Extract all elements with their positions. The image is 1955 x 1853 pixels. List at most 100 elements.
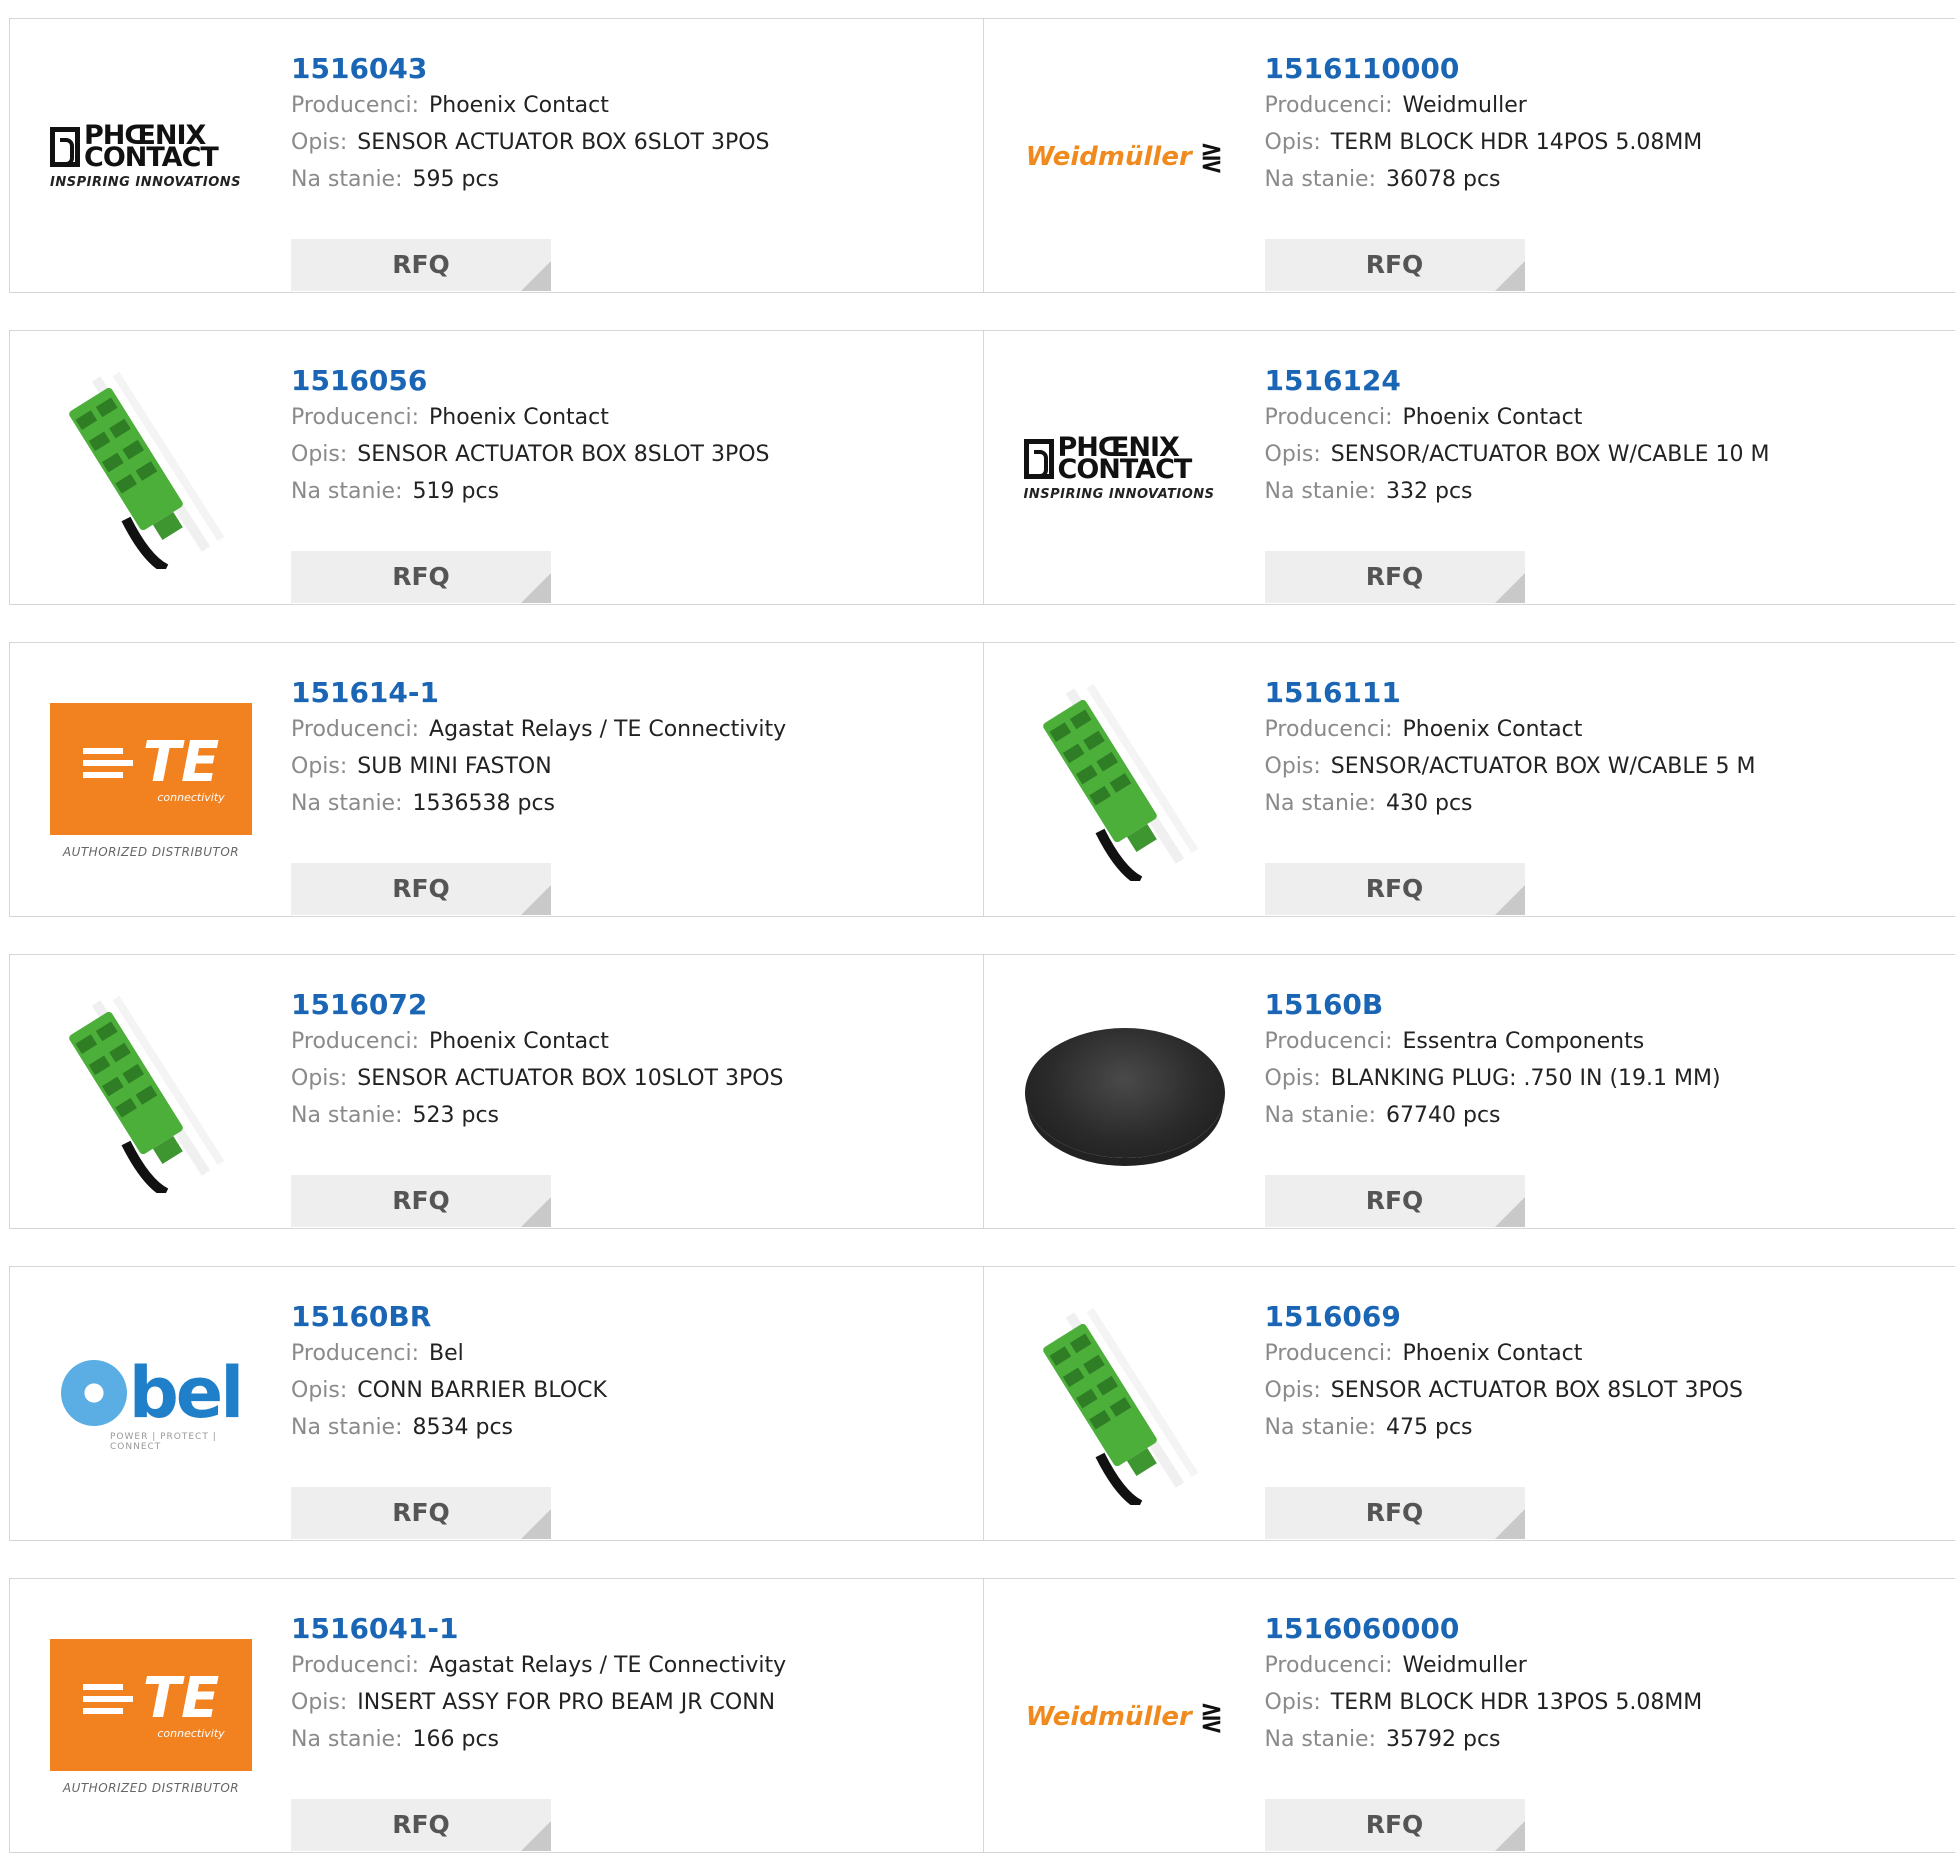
part-number-link[interactable]: 1516072 [291,987,963,1023]
part-number-link[interactable]: 1516111 [1265,675,1936,711]
product-thumbnail[interactable]: PHŒNIXCONTACT INSPIRING INNOVATIONS [1024,368,1226,570]
description-value: SENSOR ACTUATOR BOX 6SLOT 3POS [357,130,769,155]
phoenix-contact-logo: PHŒNIXCONTACT INSPIRING INNOVATIONS [50,125,252,190]
product-card: 1516111 Producenci:Phoenix Contact Opis:… [983,643,1955,916]
bel-logo: bel POWER | PROTECT | CONNECT [50,1358,252,1452]
manufacturer-label: Producenci: [1265,405,1393,430]
product-thumbnail[interactable] [1024,992,1226,1194]
product-info: 1516124 Producenci:Phoenix Contact Opis:… [1265,363,1936,510]
stock-line: Na stanie:8534 pcs [291,1409,963,1446]
sensor-box-photo [56,993,246,1193]
phoenix-contact-logo: PHŒNIXCONTACT INSPIRING INNOVATIONS [1024,437,1226,502]
product-grid: PHŒNIXCONTACT INSPIRING INNOVATIONS 1516… [0,0,1955,1847]
product-thumbnail[interactable] [50,368,252,570]
manufacturer-line: Producenci: Agastat Relays / TE Connectiv… [291,1647,963,1684]
stock-value: 475 pcs [1386,1415,1473,1440]
description-line: Opis:BLANKING PLUG: .750 IN (19.1 MM) [1265,1060,1936,1097]
stock-value: 166 pcs [413,1727,500,1752]
description-label: Opis: [1265,754,1321,779]
stock-line: Na stanie:35792 pcs [1265,1721,1936,1758]
product-thumbnail[interactable] [1024,680,1226,882]
product-thumbnail[interactable]: TE connectivity AUTHORIZED DISTRIBUTOR [50,1616,252,1818]
product-info: 1516043 Producenci:Phoenix Contact Opis:… [291,51,963,198]
stock-line: Na stanie:430 pcs [1265,785,1936,822]
description-value: BLANKING PLUG: .750 IN (19.1 MM) [1331,1066,1721,1091]
product-thumbnail[interactable]: PHŒNIXCONTACT INSPIRING INNOVATIONS [50,56,252,258]
manufacturer-value: Agastat Relays / TE Connectivity [429,1653,786,1678]
description-line: Opis:TERM BLOCK HDR 14POS 5.08MM [1265,124,1936,161]
product-info: 1516060000 Producenci:Weidmuller Opis:TE… [1265,1611,1936,1758]
part-number-link[interactable]: 1516124 [1265,363,1936,399]
part-number-link[interactable]: 1516041-1 [291,1611,963,1647]
stock-value: 36078 pcs [1386,167,1501,192]
description-line: Opis:SENSOR ACTUATOR BOX 10SLOT 3POS [291,1060,963,1097]
product-thumbnail[interactable]: Weidmüller⋛ [1024,56,1226,258]
manufacturer-value: Phoenix Contact [1403,1341,1583,1366]
description-line: Opis:CONN BARRIER BLOCK [291,1372,963,1409]
description-value: TERM BLOCK HDR 13POS 5.08MM [1331,1690,1703,1715]
manufacturer-value: Phoenix Contact [429,1029,609,1054]
manufacturer-line: Producenci:Weidmuller [1265,1647,1936,1684]
description-label: Opis: [1265,130,1321,155]
part-number-link[interactable]: 1516056 [291,363,963,399]
product-thumbnail[interactable] [50,992,252,1194]
stock-label: Na stanie: [291,1415,403,1440]
description-value: SENSOR/ACTUATOR BOX W/CABLE 10 M [1331,442,1770,467]
manufacturer-value: Bel [429,1341,464,1366]
part-number-link[interactable]: 1516043 [291,51,963,87]
product-thumbnail[interactable]: TE connectivity AUTHORIZED DISTRIBUTOR [50,680,252,882]
product-card: Weidmüller⋛ 1516110000 Producenci:Weidmu… [983,19,1955,292]
part-number-link[interactable]: 151614-1 [291,675,963,711]
manufacturer-label: Producenci: [291,717,419,742]
stock-value: 595 pcs [413,167,500,192]
part-number-link[interactable]: 15160B [1265,987,1936,1023]
part-number-link[interactable]: 15160BR [291,1299,963,1335]
stock-label: Na stanie: [291,167,403,192]
description-line: Opis: SENSOR ACTUATOR BOX 8SLOT 3POS [1265,1372,1936,1409]
sensor-box-photo [56,369,246,569]
rfq-button[interactable]: RFQ [291,1487,551,1539]
rfq-button[interactable]: RFQ [1265,239,1525,291]
stock-line: Na stanie: 36078 pcs [1265,161,1936,198]
description-label: Opis: [291,130,347,155]
manufacturer-label: Producenci: [1265,93,1393,118]
description-label: Opis: [1265,1378,1321,1403]
part-number-link[interactable]: 1516060000 [1265,1611,1936,1647]
rfq-button[interactable]: RFQ [1265,1487,1525,1539]
rfq-button[interactable]: RFQ [1265,1175,1525,1227]
manufacturer-value: Phoenix Contact [1403,405,1583,430]
stock-label: Na stanie: [291,791,403,816]
product-info: 151614-1 Producenci:Agastat Relays / TE … [291,675,963,822]
manufacturer-line: Producenci:Weidmuller [1265,87,1936,124]
rfq-button[interactable]: RFQ [291,551,551,603]
manufacturer-line: Producenci:Essentra Components [1265,1023,1936,1060]
stock-value: 332 pcs [1386,479,1473,504]
manufacturer-line: Producenci:Phoenix Contact [1265,711,1936,748]
manufacturer-line: Producenci:Phoenix Contact [1265,1335,1936,1372]
rfq-button[interactable]: RFQ [291,1175,551,1227]
product-info: 15160B Producenci:Essentra Components Op… [1265,987,1936,1134]
product-thumbnail[interactable]: bel POWER | PROTECT | CONNECT [50,1304,252,1506]
rfq-button[interactable]: RFQ [1265,863,1525,915]
description-line: Opis:SENSOR ACTUATOR BOX 8SLOT 3POS [291,436,963,473]
part-number-link[interactable]: 1516110000 [1265,51,1936,87]
product-card: TE connectivity AUTHORIZED DISTRIBUTOR 1… [10,1579,983,1852]
part-number-link[interactable]: 1516069 [1265,1299,1936,1335]
rfq-button[interactable]: RFQ [291,863,551,915]
rfq-button[interactable]: RFQ [291,1799,551,1851]
description-value: SENSOR ACTUATOR BOX 8SLOT 3POS [1331,1378,1743,1403]
manufacturer-line: Producenci:Phoenix Contact [291,399,963,436]
product-thumbnail[interactable] [1024,1304,1226,1506]
manufacturer-label: Producenci: [291,1653,419,1678]
manufacturer-line: Producenci:Bel [291,1335,963,1372]
stock-label: Na stanie: [1265,167,1377,192]
stock-label: Na stanie: [291,1103,403,1128]
manufacturer-label: Producenci: [291,405,419,430]
rfq-button[interactable]: RFQ [1265,551,1525,603]
product-thumbnail[interactable]: Weidmüller⋛ [1024,1616,1226,1818]
manufacturer-value: Phoenix Contact [429,93,609,118]
rfq-button[interactable]: RFQ [1265,1799,1525,1851]
product-card: 1516069 Producenci:Phoenix Contact Opis:… [983,1267,1955,1540]
product-card: PHŒNIXCONTACT INSPIRING INNOVATIONS 1516… [10,19,983,292]
rfq-button[interactable]: RFQ [291,239,551,291]
